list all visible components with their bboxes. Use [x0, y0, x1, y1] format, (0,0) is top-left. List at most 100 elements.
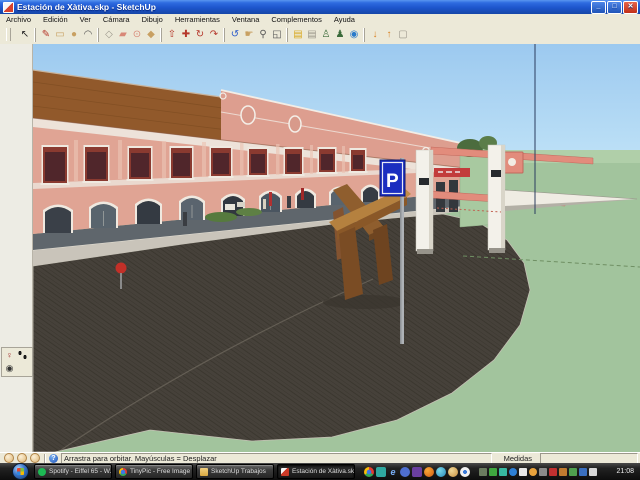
offset-tool-icon[interactable]: ↷ — [207, 28, 221, 42]
taskbar-button-label: SketchUp Trabajos — [211, 468, 266, 475]
make-component-icon[interactable]: ◇ — [102, 28, 116, 42]
taskbar-button-sketchup[interactable]: Estación de Xàtiva.skp... — [277, 464, 355, 479]
tray-icon[interactable] — [529, 468, 537, 476]
messenger-icon[interactable] — [400, 467, 410, 477]
line-tool-icon[interactable]: ✎ — [39, 28, 53, 42]
folder-icon — [200, 468, 208, 476]
eraser-tool-icon[interactable]: ▰ — [116, 28, 130, 42]
tray-icon[interactable] — [539, 468, 547, 476]
internet-explorer-icon[interactable]: e — [388, 467, 398, 477]
select-tool-icon[interactable]: ↖ — [18, 28, 32, 42]
place-model-icon[interactable]: ♙ — [319, 28, 333, 42]
menu-ayuda[interactable]: Ayuda — [328, 15, 361, 24]
white-pillar — [416, 150, 433, 254]
firefox-icon[interactable] — [424, 467, 434, 477]
warehouse-icon[interactable]: ▢ — [396, 28, 410, 42]
menu-ver[interactable]: Ver — [74, 15, 97, 24]
status-hint-text: Arrastra para orbitar. Mayúsculas = Desp… — [61, 453, 492, 464]
get-models-icon[interactable]: ↓ — [368, 28, 382, 42]
circle-tool-icon[interactable]: ● — [67, 28, 81, 42]
menu-archivo[interactable]: Archivo — [0, 15, 37, 24]
main-toolbar: ↖ ✎ ▭ ● ◠ ◇ ▰ ⊙ ◆ ⇧ ✚ ↻ ↷ ↺ ☛ ⚲ ◱ ▤ ▤ ♙ … — [0, 25, 640, 45]
system-tray — [479, 468, 597, 476]
spotify-icon — [38, 468, 46, 476]
taskbar-button-label: Estación de Xàtiva.skp... — [292, 468, 355, 475]
look-around-icon[interactable]: ◉ — [3, 362, 16, 375]
toolbar-grip[interactable] — [6, 28, 11, 41]
signin-icon[interactable] — [30, 453, 40, 463]
arc-tool-icon[interactable]: ◠ — [81, 28, 95, 42]
taskbar-button-spotify[interactable]: Spotify - Eiffel 65 - W... — [34, 464, 112, 479]
orbit-tool-icon[interactable]: ↺ — [228, 28, 242, 42]
menu-ventana[interactable]: Ventana — [226, 15, 266, 24]
quick-launch-bar: e — [364, 467, 470, 477]
photoshop-icon[interactable] — [412, 467, 422, 477]
position-camera-icon[interactable]: ♀ — [3, 349, 16, 362]
viewport-canvas[interactable]: P — [33, 44, 640, 452]
hamachi-icon[interactable] — [448, 467, 458, 477]
paint-bucket-icon[interactable]: ◆ — [144, 28, 158, 42]
tray-icon[interactable] — [569, 468, 577, 476]
zoom-extents-icon[interactable]: ◱ — [270, 28, 284, 42]
toggle-terrain-icon[interactable]: ▤ — [305, 28, 319, 42]
menu-edicion[interactable]: Edición — [37, 15, 74, 24]
menu-camara[interactable]: Cámara — [97, 15, 136, 24]
geolocation-icon[interactable] — [4, 453, 14, 463]
sketchup-icon — [281, 468, 289, 476]
share-model-icon[interactable]: ↑ — [382, 28, 396, 42]
gable-medallion — [241, 106, 255, 124]
chrome-icon[interactable] — [364, 467, 374, 477]
parking-sign-letter: P — [386, 171, 399, 192]
tray-icon[interactable] — [519, 468, 527, 476]
credits-icon[interactable] — [17, 453, 27, 463]
taskbar-button-label: Spotify - Eiffel 65 - W... — [49, 468, 112, 475]
rectangle-tool-icon[interactable]: ▭ — [53, 28, 67, 42]
component-person-icon[interactable]: ♟ — [333, 28, 347, 42]
restore-button[interactable]: □ — [607, 1, 622, 14]
add-location-icon[interactable]: ▤ — [291, 28, 305, 42]
window-controls: _ □ ✕ — [591, 1, 640, 14]
window-title: Estación de Xàtiva.skp - SketchUp — [17, 2, 156, 12]
tape-measure-icon[interactable]: ⊙ — [130, 28, 144, 42]
menu-herramientas[interactable]: Herramientas — [169, 15, 226, 24]
chrome-icon — [119, 468, 127, 476]
tray-icon[interactable] — [509, 468, 517, 476]
help-icon[interactable]: ? — [49, 454, 58, 463]
measurements-value-box[interactable] — [540, 453, 638, 464]
left-gutter: ♀ ◉ — [0, 44, 33, 452]
walk-icon[interactable] — [16, 349, 29, 362]
measurements-label: Medidas — [492, 454, 540, 463]
sketchup-app-icon — [3, 2, 14, 13]
zoom-tool-icon[interactable]: ⚲ — [256, 28, 270, 42]
taskbar-button-tinypic[interactable]: TinyPic - Free Image H... — [115, 464, 193, 479]
taskbar-button-label: TinyPic - Free Image H... — [130, 468, 193, 475]
emule-icon[interactable] — [436, 467, 446, 477]
menu-dibujo[interactable]: Dibujo — [136, 15, 169, 24]
title-bar: Estación de Xàtiva.skp - SketchUp _ □ ✕ — [0, 0, 640, 14]
white-pillar — [488, 145, 505, 253]
tray-icon[interactable] — [549, 468, 557, 476]
move-tool-icon[interactable]: ✚ — [179, 28, 193, 42]
quicktime-icon[interactable] — [460, 467, 470, 477]
menu-complementos[interactable]: Complementos — [265, 15, 327, 24]
pan-tool-icon[interactable]: ☛ — [242, 28, 256, 42]
tray-icon[interactable] — [589, 468, 597, 476]
tray-icon[interactable] — [559, 468, 567, 476]
push-pull-tool-icon[interactable]: ⇧ — [165, 28, 179, 42]
rotate-tool-icon[interactable]: ↻ — [193, 28, 207, 42]
taskbar-clock[interactable]: 21:08 — [616, 468, 634, 475]
tray-icon[interactable] — [579, 468, 587, 476]
start-button[interactable] — [12, 463, 29, 480]
media-monitor-icon[interactable] — [376, 467, 386, 477]
geo-status-icons — [0, 453, 44, 463]
tray-icon[interactable] — [479, 468, 487, 476]
tray-icon[interactable] — [499, 468, 507, 476]
close-button[interactable]: ✕ — [623, 1, 638, 14]
status-bar: ? Arrastra para orbitar. Mayúsculas = De… — [0, 452, 640, 463]
google-earth-icon[interactable]: ◉ — [347, 28, 361, 42]
minimize-button[interactable]: _ — [591, 1, 606, 14]
walkthrough-toolbar: ♀ ◉ — [1, 347, 33, 377]
tray-icon[interactable] — [489, 468, 497, 476]
taskbar-button-folder[interactable]: SketchUp Trabajos — [196, 464, 274, 479]
model-viewport[interactable]: P — [33, 44, 640, 452]
